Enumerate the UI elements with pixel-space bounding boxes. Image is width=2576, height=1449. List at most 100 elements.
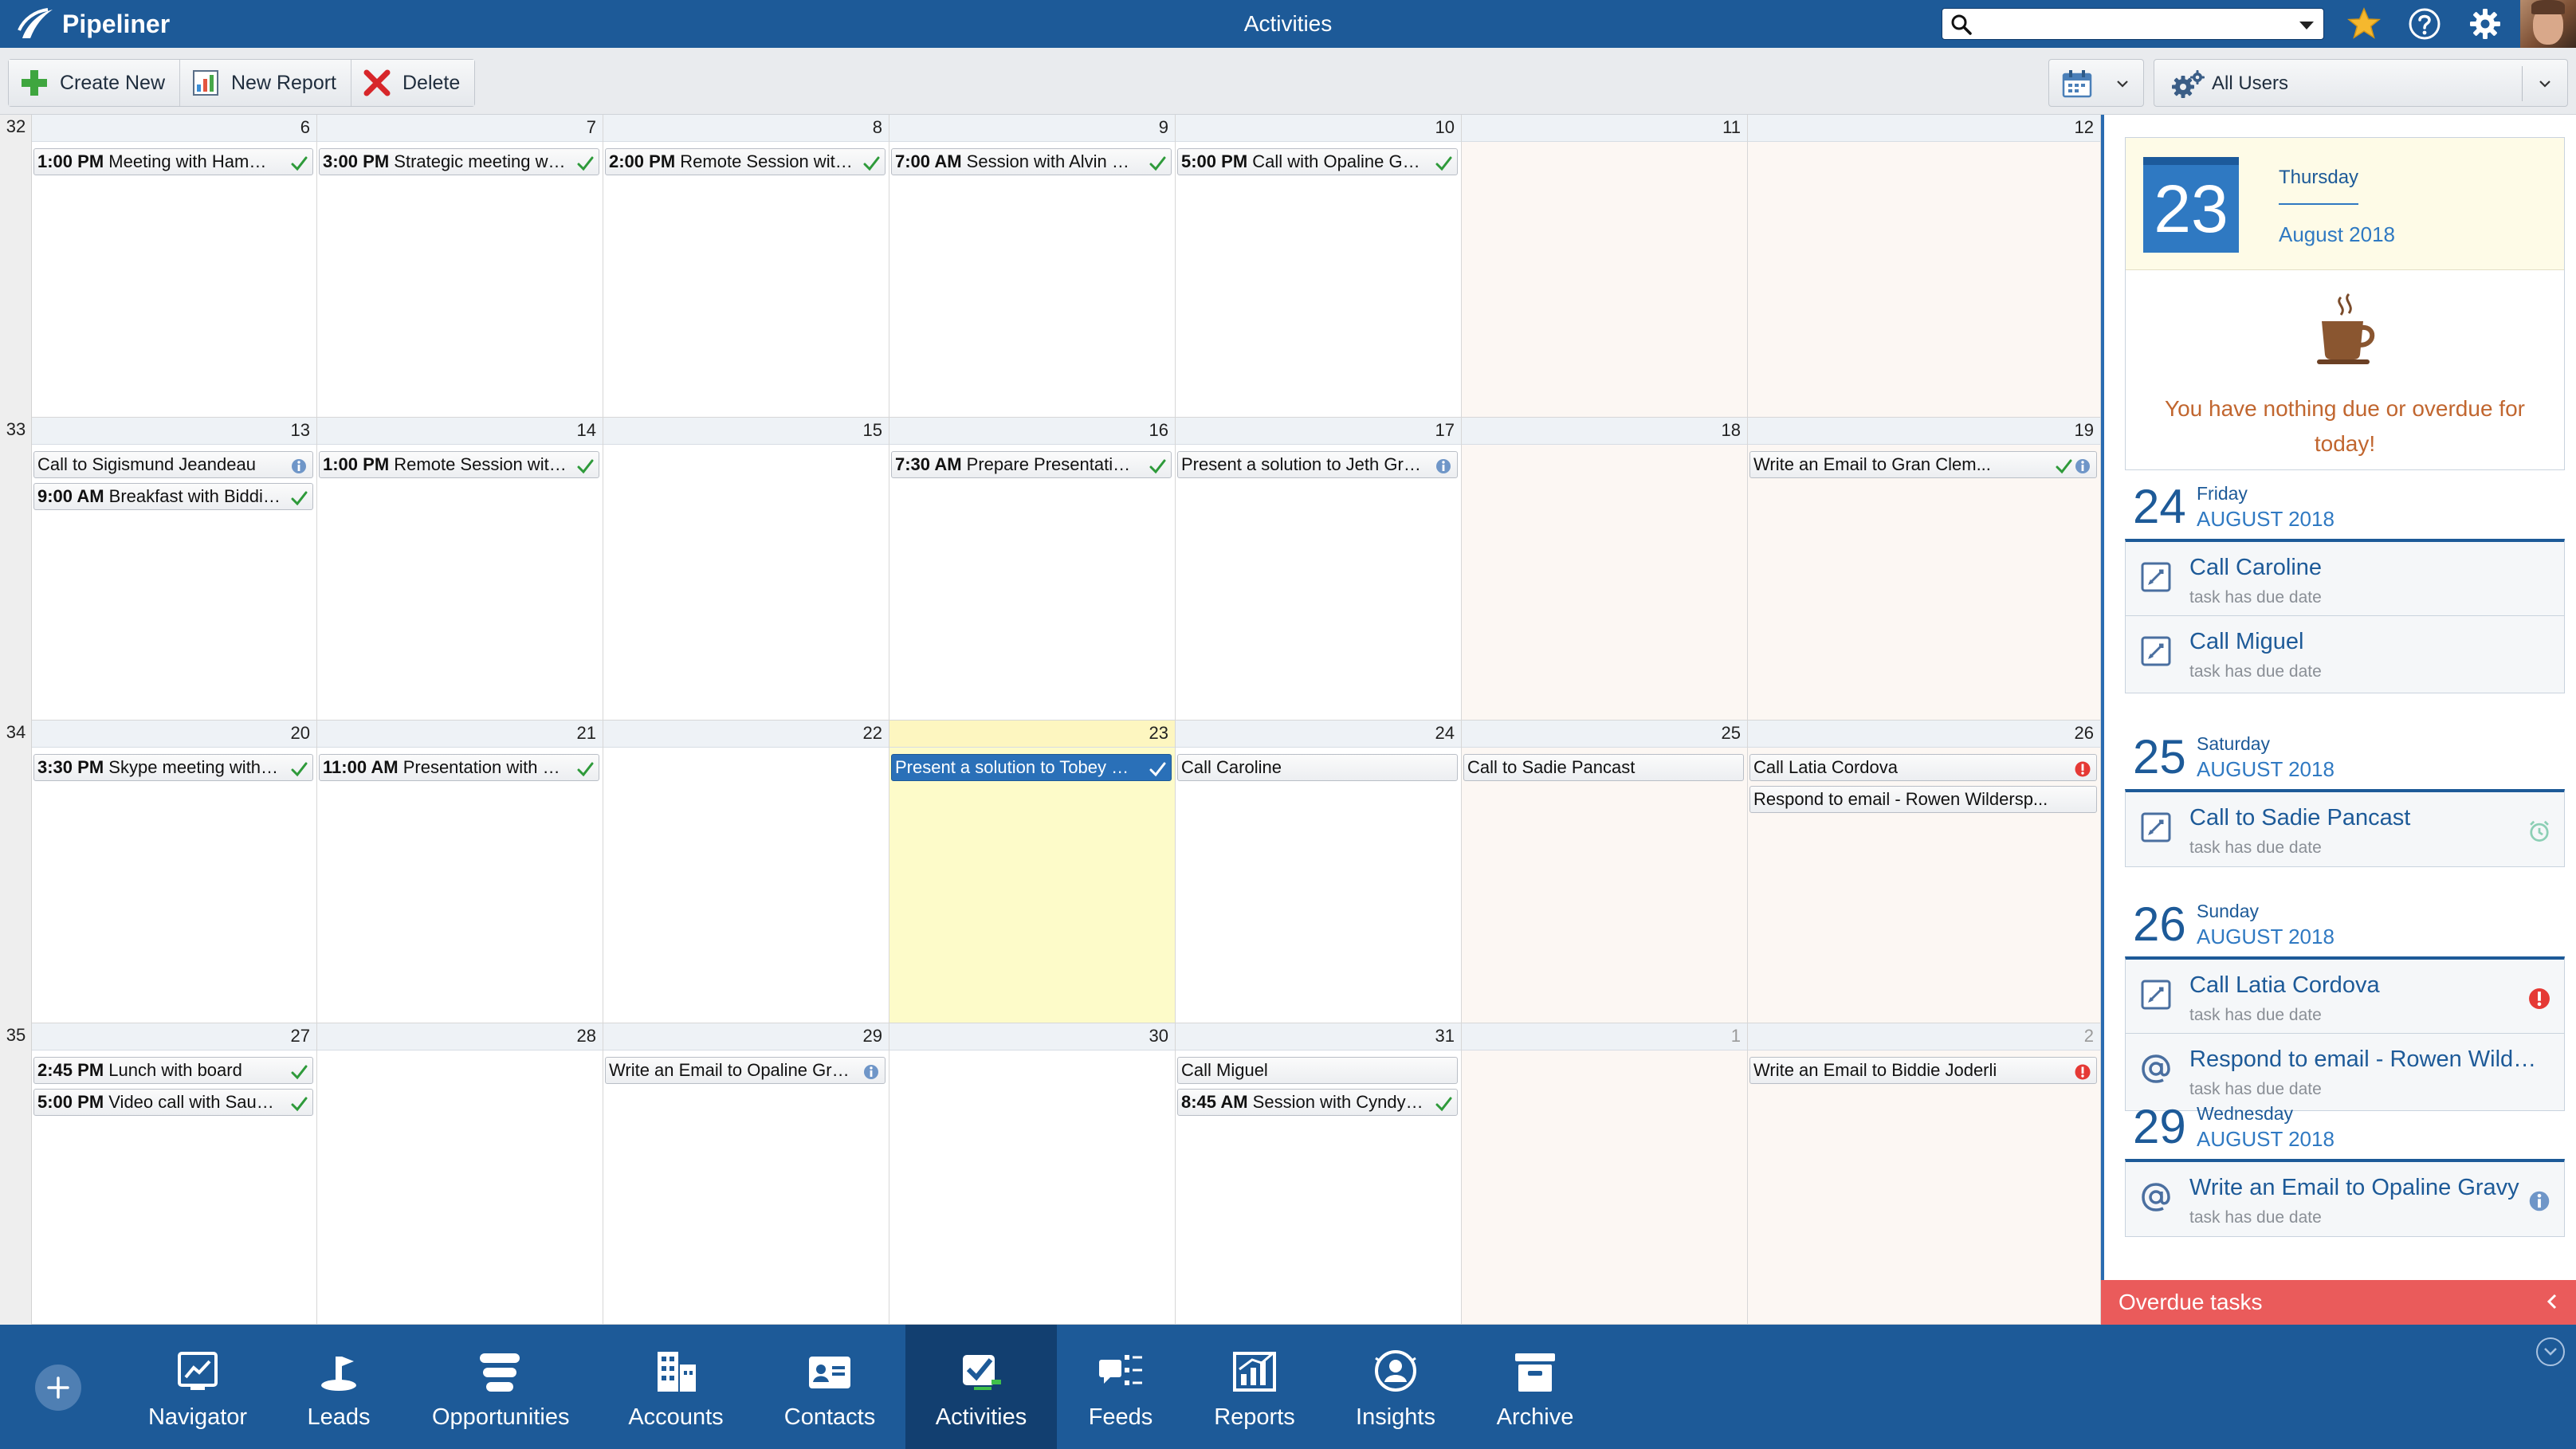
nav-item-leads[interactable]: Leads [271, 1325, 406, 1449]
week-number: 32 [6, 116, 26, 136]
nav-item-opportunities[interactable]: Opportunities [432, 1325, 570, 1449]
day-number: 24 [1435, 723, 1455, 743]
calendar-event[interactable]: Call to Sadie Pancast [1463, 754, 1744, 781]
calendar-day-cell[interactable]: 31 Call Miguel 8:45 AM Session with Cyndy … [1176, 1023, 1462, 1325]
agenda-task[interactable]: Call Miguel task has due date [2125, 615, 2565, 693]
calendar-day-cell[interactable]: 6 1:00 PM Meeting with Hammad ... [32, 115, 317, 418]
nav-item-archive[interactable]: Archive [1467, 1325, 1603, 1449]
calendar-event[interactable]: 11:00 AM Presentation with Gra... [319, 754, 599, 781]
nav-item-contacts[interactable]: Contacts [762, 1325, 897, 1449]
overdue-tasks-bar[interactable]: Overdue tasks [2101, 1280, 2576, 1325]
new-report-button[interactable]: New Report [180, 60, 351, 106]
day-number: 29 [862, 1026, 882, 1046]
user-avatar[interactable] [2520, 0, 2576, 48]
calendar-day-cell[interactable]: 27 2:45 PM Lunch with board 5:00 PM Video … [32, 1023, 317, 1325]
calendar-event[interactable]: 1:00 PM Remote Session with T... [319, 451, 599, 478]
checkmark-icon [290, 1094, 308, 1112]
calendar-event[interactable]: 7:30 AM Prepare Presentation f... [891, 451, 1172, 478]
event-title: Call to Sadie Pancast [1467, 757, 1636, 777]
day-number: 11 [1722, 117, 1741, 137]
calendar-event[interactable]: 3:00 PM Strategic meeting with ... [319, 148, 599, 175]
calendar-day-cell[interactable]: 21 11:00 AM Presentation with Gra... [317, 721, 603, 1023]
calendar-day-cell[interactable]: 2 Write an Email to Biddie Joderli [1748, 1023, 2101, 1325]
calendar-event[interactable]: 5:00 PM Video call with Saunder... [33, 1089, 313, 1116]
calendar-day-cell[interactable]: 19 Write an Email to Gran Clem... [1748, 418, 2101, 721]
calendar-day-cell[interactable]: 15 [603, 418, 889, 721]
quick-add-button[interactable] [35, 1365, 81, 1411]
calendar-event[interactable]: Write an Email to Opaline Gravy [605, 1057, 886, 1084]
favorites-star-icon[interactable] [2346, 6, 2382, 41]
calendar-day-cell[interactable]: 17 Present a solution to Jeth Green... [1176, 418, 1462, 721]
calendar-event[interactable]: Call Miguel [1177, 1057, 1458, 1084]
calendar-event[interactable]: 5:00 PM Call with Opaline Gravy [1177, 148, 1458, 175]
nav-item-label: Navigator [147, 1404, 248, 1430]
agenda-task[interactable]: Call Caroline task has due date [2125, 539, 2565, 617]
report-icon [193, 70, 218, 96]
calendar-day-cell[interactable]: 13 Call to Sigismund Jeandeau 9:00 AM Brea… [32, 418, 317, 721]
nav-item-label: Leads [307, 1404, 371, 1430]
search-input[interactable] [1942, 8, 2324, 40]
calendar-event[interactable]: 2:00 PM Remote Session with S... [605, 148, 886, 175]
calendar-view-picker[interactable] [2048, 59, 2144, 107]
nav-item-insights[interactable]: Insights [1328, 1325, 1463, 1449]
calendar-day-cell[interactable]: 28 [317, 1023, 603, 1325]
calendar-day-cell[interactable]: 26 Call Latia Cordova Respond to email - R… [1748, 721, 2101, 1023]
agenda-task[interactable]: Respond to email - Rowen Wilders... task … [2125, 1033, 2565, 1111]
calendar-day-cell[interactable]: 9 7:00 AM Session with Alvin Cree... [889, 115, 1176, 418]
calendar-day-cell[interactable]: 10 5:00 PM Call with Opaline Gravy [1176, 115, 1462, 418]
calendar-day-cell[interactable]: 24 Call Caroline [1176, 721, 1462, 1023]
calendar-event[interactable]: 8:45 AM Session with Cyndy Wa... [1177, 1089, 1458, 1116]
calendar-event[interactable]: Call to Sigismund Jeandeau [33, 451, 313, 478]
calendar-event[interactable]: 1:00 PM Meeting with Hammad ... [33, 148, 313, 175]
calendar-event[interactable]: 2:45 PM Lunch with board [33, 1057, 313, 1084]
calendar-event[interactable]: Call Latia Cordova [1749, 754, 2097, 781]
calendar-day-cell[interactable]: 30 [889, 1023, 1176, 1325]
calendar-day-cell[interactable]: 1 [1462, 1023, 1748, 1325]
calendar-day-cell[interactable]: 29 Write an Email to Opaline Gravy [603, 1023, 889, 1325]
delete-button[interactable]: Delete [351, 60, 475, 106]
gears-icon [2172, 70, 2205, 98]
calendar-event[interactable]: 7:00 AM Session with Alvin Cree... [891, 148, 1172, 175]
collapse-nav-button[interactable] [2536, 1337, 2565, 1366]
nav-item-label: Insights [1356, 1404, 1435, 1430]
calendar-event[interactable]: Present a solution to Tobey Bodl... [891, 754, 1172, 781]
chevron-down-icon [2117, 80, 2128, 88]
calendar-event[interactable]: Write an Email to Gran Clem... [1749, 451, 2097, 478]
calendar-day-cell[interactable]: 12 [1748, 115, 2101, 418]
agenda-task[interactable]: Write an Email to Opaline Gravy task has … [2125, 1159, 2565, 1237]
agenda-day-number: 24 [2133, 480, 2186, 533]
calendar-day-cell[interactable]: 22 [603, 721, 889, 1023]
users-filter-dropdown[interactable]: All Users [2154, 59, 2568, 107]
help-icon[interactable] [2407, 6, 2442, 41]
nav-item-feeds[interactable]: Feeds [1053, 1325, 1188, 1449]
calendar-event[interactable]: Respond to email - Rowen Wildersp... [1749, 786, 2097, 813]
search-dropdown-caret-icon[interactable] [2299, 22, 2314, 29]
nav-item-accounts[interactable]: Accounts [608, 1325, 744, 1449]
event-title: Present a solution to Tobey Bodl... [895, 757, 1161, 777]
agenda-task[interactable]: Call Latia Cordova task has due date [2125, 956, 2565, 1035]
checkmark-icon [2055, 457, 2072, 474]
week-number-cell: 34 [0, 721, 32, 1023]
calendar-day-cell[interactable]: 25 Call to Sadie Pancast [1462, 721, 1748, 1023]
calendar-day-cell[interactable]: 11 [1462, 115, 1748, 418]
calendar-day-cell[interactable]: 20 3:30 PM Skype meeting with An... [32, 721, 317, 1023]
archive-icon [1515, 1353, 1555, 1392]
nav-item-activities[interactable]: Activities [905, 1325, 1057, 1449]
calendar-day-today[interactable]: 23 Present a solution to Tobey Bodl... [889, 721, 1176, 1023]
nav-item-reports[interactable]: Reports [1187, 1325, 1322, 1449]
info-icon [2074, 457, 2091, 474]
calendar-event[interactable]: 9:00 AM Breakfast with Biddie J... [33, 483, 313, 510]
create-new-button[interactable]: Create New [9, 60, 180, 106]
calendar-day-cell[interactable]: 18 [1462, 418, 1748, 721]
agenda-task[interactable]: Call to Sadie Pancast task has due date [2125, 789, 2565, 867]
calendar-event[interactable]: Write an Email to Biddie Joderli [1749, 1057, 2097, 1084]
calendar-day-cell[interactable]: 14 1:00 PM Remote Session with T... [317, 418, 603, 721]
calendar-day-cell[interactable]: 8 2:00 PM Remote Session with S... [603, 115, 889, 418]
settings-gear-icon[interactable] [2468, 6, 2503, 41]
calendar-day-cell[interactable]: 16 7:30 AM Prepare Presentation f... [889, 418, 1176, 721]
calendar-event[interactable]: Call Caroline [1177, 754, 1458, 781]
nav-item-navigator[interactable]: Navigator [130, 1325, 265, 1449]
calendar-event[interactable]: Present a solution to Jeth Green... [1177, 451, 1458, 478]
calendar-day-cell[interactable]: 7 3:00 PM Strategic meeting with ... [317, 115, 603, 418]
calendar-event[interactable]: 3:30 PM Skype meeting with An... [33, 754, 313, 781]
